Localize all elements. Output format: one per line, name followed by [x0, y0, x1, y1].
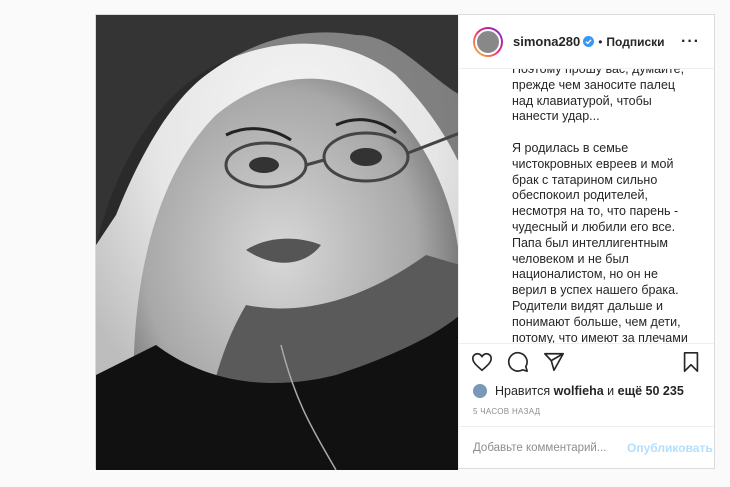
- username-link[interactable]: simona280: [513, 34, 580, 49]
- comment-bar: Опубликовать: [459, 426, 714, 468]
- publish-button[interactable]: Опубликовать: [627, 441, 713, 455]
- post-container: simona280 • Подписки ··· Поэтому прошу в…: [95, 14, 715, 470]
- liker-avatar[interactable]: [473, 384, 487, 398]
- portrait-image: [96, 15, 458, 470]
- likes-count[interactable]: ещё 50 235: [618, 384, 684, 398]
- post-photo[interactable]: [96, 15, 458, 470]
- share-icon[interactable]: [543, 351, 565, 373]
- liker-username[interactable]: wolfieha: [554, 384, 604, 398]
- more-horizontal-icon[interactable]: ···: [681, 33, 700, 51]
- comment-icon[interactable]: [507, 351, 529, 373]
- likes-prefix: Нравится: [495, 384, 551, 398]
- post-timestamp[interactable]: 5 ЧАСОВ НАЗАД: [459, 403, 714, 426]
- likes-row: Нравится wolfieha и ещё 50 235: [459, 379, 714, 403]
- separator-dot: •: [598, 34, 603, 49]
- following-button[interactable]: Подписки: [606, 35, 664, 49]
- action-bar: [459, 343, 714, 379]
- post-sidebar: simona280 • Подписки ··· Поэтому прошу в…: [458, 15, 714, 468]
- caption-text: Поэтому прошу вас, думайте, прежде чем з…: [512, 69, 688, 343]
- comment-input[interactable]: [473, 441, 627, 454]
- bookmark-icon[interactable]: [680, 351, 702, 373]
- avatar-image: [475, 28, 501, 55]
- post-caption: Поэтому прошу вас, думайте, прежде чем з…: [459, 69, 714, 343]
- post-header: simona280 • Подписки ···: [459, 15, 714, 69]
- avatar[interactable]: [473, 26, 503, 57]
- heart-icon[interactable]: [471, 351, 493, 373]
- verified-badge-icon: [583, 36, 595, 47]
- likes-conjunction: и: [607, 384, 615, 398]
